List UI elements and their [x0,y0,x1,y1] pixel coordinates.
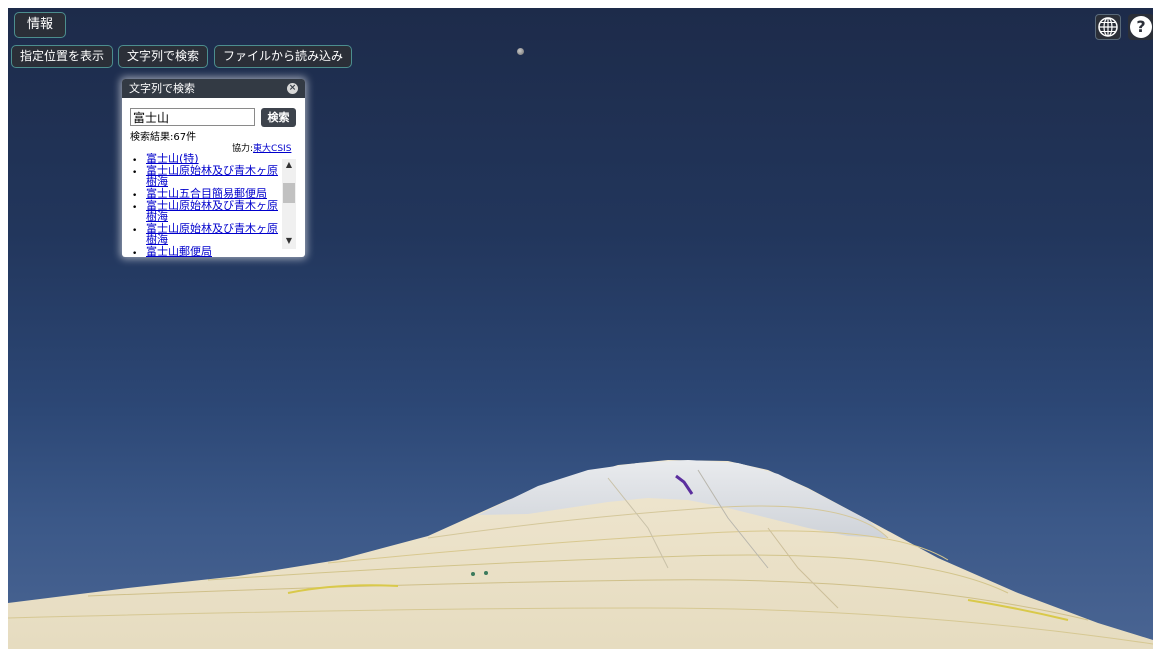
results-scrollbar[interactable]: ▲ ▼ [282,159,296,249]
globe-button[interactable] [1095,14,1121,40]
map-viewer[interactable]: 情報 指定位置を表示 文字列で検索 ファイルから読み込み ? 文字列で検索 × … [8,8,1153,649]
list-item[interactable]: 富士山郵便局 [130,246,278,257]
scroll-thumb[interactable] [283,183,295,203]
panel-header: 文字列で検索 × [122,79,305,98]
list-item[interactable]: 富士山原始林及び青木ヶ原樹海 [130,165,278,187]
load-file-button[interactable]: ファイルから読み込み [214,45,353,68]
info-button[interactable]: 情報 [14,12,66,38]
results-list: 富士山(特) 富士山原始林及び青木ヶ原樹海 富士山五合目簡易郵便局 富士山原始林… [130,153,278,257]
result-link[interactable]: 富士山原始林及び青木ヶ原樹海 [146,164,278,188]
text-search-panel: 文字列で検索 × 検索 検索結果:67件 協力:東大CSIS 富士山(特) 富士… [122,79,305,257]
globe-icon [1098,17,1118,37]
text-search-button[interactable]: 文字列で検索 [118,45,209,68]
help-button[interactable]: ? [1128,14,1153,40]
result-count: 検索結果:67件 [130,132,197,143]
moon [517,48,524,55]
list-item[interactable]: 富士山原始林及び青木ヶ原樹海 [130,223,278,245]
panel-title: 文字列で検索 [129,82,195,95]
scroll-down-icon[interactable]: ▼ [282,235,296,247]
result-link[interactable]: 富士山原始林及び青木ヶ原樹海 [146,222,278,246]
search-input[interactable] [130,108,255,126]
result-link[interactable]: 富士山原始林及び青木ヶ原樹海 [146,199,278,223]
help-icon: ? [1130,16,1152,38]
list-item[interactable]: 富士山原始林及び青木ヶ原樹海 [130,200,278,222]
result-link[interactable]: 富士山郵便局 [146,245,212,257]
list-item[interactable]: 富士山(特) [130,153,278,167]
close-icon[interactable]: × [287,83,298,94]
list-item[interactable]: 富士山五合目簡易郵便局 [130,188,278,202]
show-position-button[interactable]: 指定位置を表示 [11,45,114,68]
scroll-up-icon[interactable]: ▲ [282,159,296,171]
search-button[interactable]: 検索 [261,108,296,127]
